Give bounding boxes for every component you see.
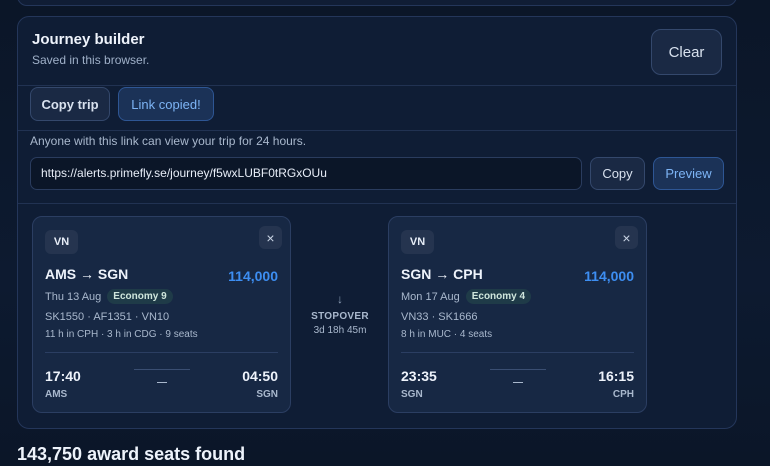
leg-card-2[interactable]: VN × SGN → CPH 114,000 Mon 17 Aug Econom… [388,216,647,413]
builder-header: Journey builder Saved in this browser. C… [18,17,736,86]
cabin-badge: Economy 9 [107,289,173,304]
arrival-time: 16:15 [598,368,634,384]
carrier-badge: VN [401,230,434,254]
card-divider [401,352,634,353]
cabin-badge: Economy 4 [465,289,532,304]
route-track [490,369,546,370]
leg-date-line: Mon 17 Aug Economy 4 [401,289,532,304]
preview-button[interactable]: Preview [653,157,724,190]
leg-price: 114,000 [584,268,634,284]
share-note: Anyone with this link can view your trip… [30,134,307,148]
leg-card-1[interactable]: VN × AMS → SGN 114,000 Thu 13 Aug Econom… [32,216,291,413]
leg-flights: VN33 · SK1666 [401,311,478,323]
share-section: Anyone with this link can view your trip… [18,131,736,204]
builder-actions: Copy trip Link copied! [18,86,736,131]
close-icon[interactable]: × [259,226,282,249]
builder-subtitle: Saved in this browser. [32,53,150,67]
departure-code: SGN [401,389,423,400]
arrival-code: CPH [612,389,634,400]
carrier-badge: VN [45,230,78,254]
card-divider [45,352,278,353]
journey-legs: VN × AMS → SGN 114,000 Thu 13 Aug Econom… [18,204,736,428]
stopover-duration: 3d 18h 45m [313,325,367,336]
leg-date-line: Thu 13 Aug Economy 9 [45,289,173,304]
copy-link-button[interactable]: Copy [590,157,645,190]
leg-detail: 11 h in CPH · 3 h in CDG · 9 seats [45,329,198,340]
departure-time: 17:40 [45,368,81,384]
leg-route: AMS → SGN [45,266,129,282]
arrival-time: 04:50 [242,368,278,384]
close-icon[interactable]: × [615,226,638,249]
builder-title: Journey builder [32,31,145,48]
copy-trip-button[interactable]: Copy trip [30,87,110,121]
stopover-indicator: ↓ STOPOVER 3d 18h 45m [306,292,374,336]
link-copied-button[interactable]: Link copied! [118,87,214,121]
stopover-label: STOPOVER [311,311,369,322]
departure-time: 23:35 [401,368,437,384]
down-arrow-icon: ↓ [337,292,343,306]
leg-detail: 8 h in MUC · 4 seats [401,329,493,340]
leg-route: SGN → CPH [401,266,483,282]
leg-date: Thu 13 Aug [45,290,102,303]
results-summary: 143,750 award seats found [17,444,246,464]
route-track [134,369,190,370]
route-track-mark [157,382,167,383]
journey-builder-panel: Journey builder Saved in this browser. C… [17,16,737,429]
clear-button[interactable]: Clear [651,29,722,75]
share-url-field[interactable]: https://alerts.primefly.se/journey/f5wxL… [30,157,582,190]
leg-price: 114,000 [228,268,278,284]
leg-date: Mon 17 Aug [401,290,460,303]
departure-code: AMS [45,389,68,400]
previous-panel-edge [17,0,737,6]
route-track-mark [513,382,523,383]
leg-flights: SK1550 · AF1351 · VN10 [45,311,170,323]
arrival-code: SGN [256,389,278,400]
